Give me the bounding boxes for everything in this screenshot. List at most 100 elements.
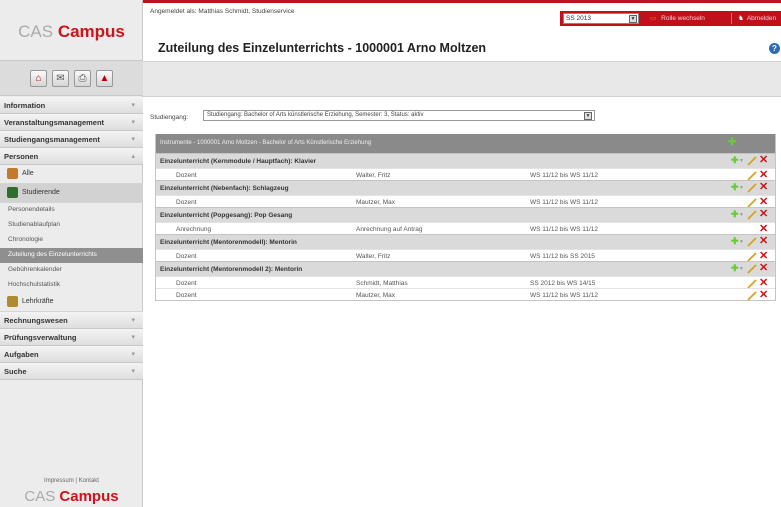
table-group: Einzelunterricht (Popgesang): Pop Gesang… (156, 207, 775, 222)
edit-icon[interactable] (747, 210, 758, 220)
nav-item-lehrkraefte[interactable]: Lehrkräfte (0, 293, 143, 312)
cell-period: SS 2012 bis WS 14/15 (530, 280, 596, 287)
add-icon[interactable]: ✚ (731, 264, 739, 273)
nav-leaf-gebuehrenkalender[interactable]: Gebührenkalender (0, 263, 143, 278)
caret-down-icon[interactable]: ▼ (739, 158, 744, 164)
imprint-link[interactable]: Impressum | Kontakt (0, 478, 143, 484)
nav-leaf-hochschulstatistik[interactable]: Hochschulstatistik (0, 278, 143, 293)
nav-leaf-studienablaufplan[interactable]: Studienablaufplan (0, 218, 143, 233)
cell-role: Dozent (176, 199, 197, 206)
help-icon[interactable]: ? (769, 43, 780, 54)
caret-down-icon[interactable]: ▼ (739, 185, 744, 191)
chevron-down-icon: ▾ (131, 368, 135, 375)
page-title: Zuteilung des Einzelunterrichts - 100000… (158, 41, 487, 55)
caret-down-icon[interactable]: ▼ (739, 266, 744, 272)
add-icon[interactable]: ✚ (731, 210, 739, 219)
table-group: Einzelunterricht (Mentorenmodell 2): Men… (156, 261, 775, 276)
group-title: Einzelunterricht (Popgesang): Pop Gesang (160, 212, 293, 219)
table-row: Dozent Walter, Fritz WS 11/12 bis WS 11/… (156, 168, 775, 181)
nav-section-pruefungsverwaltung[interactable]: Prüfungsverwaltung ▾ (0, 329, 143, 346)
nav-section-rechnungswesen[interactable]: Rechnungswesen ▾ (0, 312, 143, 329)
delete-icon[interactable]: ✕ (759, 182, 768, 193)
nav-item-label: Studierende (22, 189, 60, 196)
nav-item-label: Lehrkräfte (22, 298, 54, 305)
edit-icon[interactable] (747, 156, 758, 166)
nav-leaf-zuteilung-einzelunterricht[interactable]: Zuteilung des Einzelunterrichts (0, 248, 143, 263)
nav-section-label: Prüfungsverwaltung (4, 333, 77, 342)
nav-section-label: Personen (4, 152, 39, 161)
mail-icon[interactable]: ✉ (52, 69, 69, 87)
nav-leaf-personendetails[interactable]: Personendetails (0, 203, 143, 218)
nav-section-veranstaltungsmanagement[interactable]: Veranstaltungsmanagement ▾ (0, 114, 143, 131)
action-bar (143, 61, 781, 97)
app-logo[interactable]: CAS Campus (0, 0, 143, 60)
group-actions: ✚ ▼ ✕ (731, 263, 769, 274)
nav-section-label: Information (4, 101, 46, 110)
role-switch-button[interactable]: ▭ Rolle wechseln (650, 14, 705, 22)
home-icon[interactable]: ⌂ (30, 69, 47, 87)
student-icon (7, 187, 18, 198)
cell-role: Anrechnung (176, 226, 212, 233)
add-icon[interactable]: ✚ (731, 183, 739, 192)
table-group: Einzelunterricht (Mentorenmodell): Mento… (156, 234, 775, 249)
edit-icon[interactable] (747, 183, 758, 193)
people-icon (7, 168, 18, 179)
cell-period: WS 11/12 bis WS 11/12 (530, 292, 599, 299)
caret-down-icon[interactable]: ▼ (739, 239, 744, 245)
brand-stripe (143, 0, 781, 3)
nav-item-alle[interactable]: Alle (0, 165, 143, 184)
nav-item-studierende[interactable]: Studierende (0, 184, 143, 203)
logout-icon: ♞ (738, 15, 744, 22)
chevron-down-icon: ▾ (131, 334, 135, 341)
table-row: Dozent Mautzer, Max WS 11/12 bis WS 11/1… (156, 195, 775, 208)
chevron-down-icon: ▾ (131, 136, 135, 143)
nav-section-studiengangsmanagement[interactable]: Studiengangsmanagement ▾ (0, 131, 143, 148)
cell-person: Mautzer, Max (356, 199, 396, 206)
group-actions: ✚ ▼ ✕ (731, 209, 769, 220)
table-row: Dozent Walter, Fritz WS 11/12 bis SS 201… (156, 249, 775, 262)
nav-item-label: Alle (22, 170, 34, 177)
print-icon[interactable]: ⎙ (74, 69, 91, 87)
study-program-value: Studiengang: Bachelor of Arts künstleris… (207, 112, 424, 118)
nav-section-suche[interactable]: Suche ▾ (0, 363, 143, 380)
row-actions: ✕ (731, 290, 769, 301)
edit-icon[interactable] (747, 264, 758, 274)
delete-icon[interactable]: ✕ (759, 263, 768, 274)
edit-icon[interactable] (747, 291, 758, 301)
add-icon[interactable]: ✚ (731, 237, 739, 246)
nav-section-label: Veranstaltungsmanagement (4, 118, 105, 127)
lock-icon[interactable]: ▲ (96, 69, 113, 87)
cell-period: WS 11/12 bis WS 11/12 (530, 199, 599, 206)
delete-icon[interactable]: ✕ (759, 290, 768, 301)
logout-button[interactable]: ♞ Abmelden (738, 14, 776, 22)
cell-period: WS 11/12 bis WS 11/12 (530, 226, 599, 233)
nav-section-label: Studiengangsmanagement (4, 135, 100, 144)
nav-leaf-chronologie[interactable]: Chronologie (0, 233, 143, 248)
semester-value: SS 2013 (566, 15, 591, 22)
cell-person: Walter, Fritz (356, 172, 391, 179)
cell-period: WS 11/12 bis SS 2015 (530, 253, 595, 260)
nav-section-personen[interactable]: Personen ▴ (0, 148, 143, 165)
delete-icon[interactable]: ✕ (759, 209, 768, 220)
nav-section-information[interactable]: Information ▾ (0, 97, 143, 114)
delete-icon[interactable]: ✕ (759, 236, 768, 247)
study-program-select[interactable]: Studiengang: Bachelor of Arts künstleris… (203, 110, 595, 121)
dropdown-arrow-icon: ▼ (629, 15, 637, 23)
cell-person: Walter, Fritz (356, 253, 391, 260)
add-icon[interactable]: ✚ (728, 138, 738, 148)
caret-down-icon[interactable]: ▼ (739, 212, 744, 218)
add-icon[interactable]: ✚ (731, 156, 739, 165)
cell-person: Mautzer, Max (356, 292, 396, 299)
delete-icon[interactable]: ✕ (759, 155, 768, 166)
dropdown-arrow-icon: ▼ (584, 112, 592, 120)
cell-role: Dozent (176, 280, 197, 287)
edit-icon[interactable] (747, 237, 758, 247)
logged-in-info: Angemeldet als: Matthias Schmidt, Studie… (150, 8, 295, 15)
nav-section-aufgaben[interactable]: Aufgaben ▾ (0, 346, 143, 363)
footer-logo: CAS Campus (0, 488, 143, 505)
table-row: Dozent Mautzer, Max WS 11/12 bis WS 11/1… (156, 288, 775, 301)
nav-section-label: Suche (4, 367, 27, 376)
group-title: Einzelunterricht (Mentorenmodell 2): Men… (160, 266, 303, 273)
semester-select[interactable]: SS 2013 ▼ (563, 13, 639, 24)
cell-person: Schmidt, Matthias (356, 280, 408, 287)
